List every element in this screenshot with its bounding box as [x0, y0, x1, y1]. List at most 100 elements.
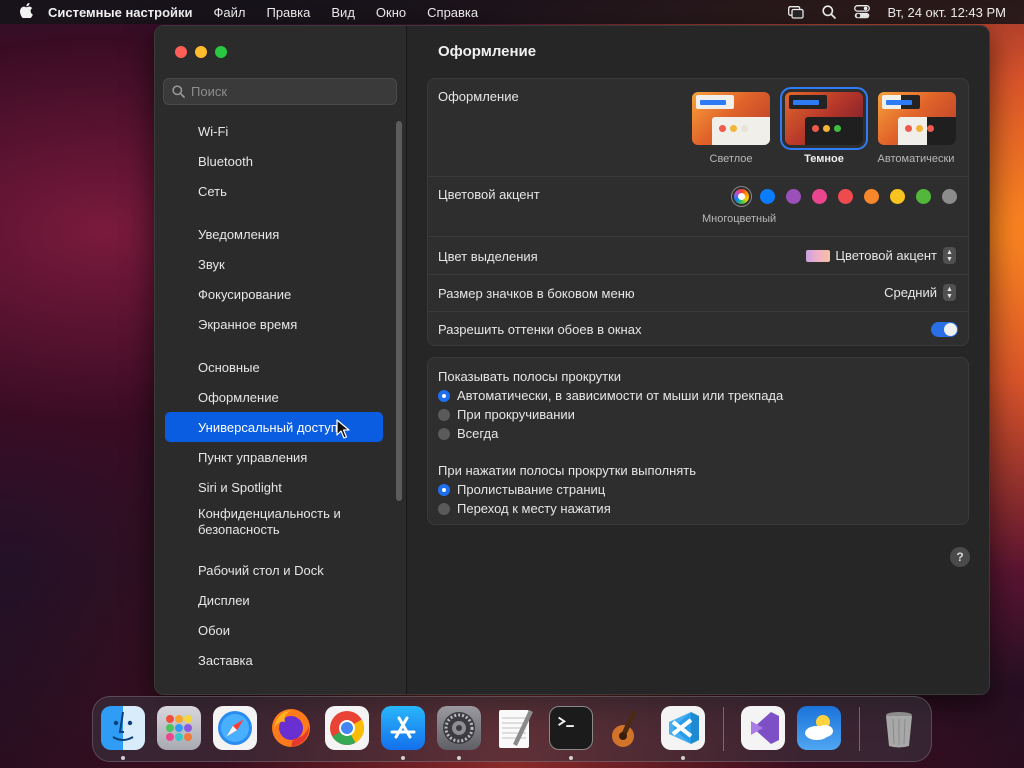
- dock-weather-icon[interactable]: [797, 706, 841, 750]
- menu-edit[interactable]: Правка: [266, 5, 310, 20]
- appearance-row: Оформление Светлое Темное Автоматически: [428, 79, 968, 177]
- radio-icon: [438, 427, 450, 440]
- sidebar-item-screen-time[interactable]: Экранное время: [165, 309, 383, 339]
- sidebar-item-screensaver[interactable]: Заставка: [165, 645, 383, 675]
- accent-color-swatch[interactable]: [916, 189, 931, 204]
- radio-label: Переход к месту нажатия: [457, 501, 611, 516]
- highlight-popup[interactable]: Цветовой акцент ▲ ▼: [806, 247, 956, 264]
- dock-finder-icon[interactable]: [101, 706, 145, 750]
- accent-color-swatch[interactable]: [760, 189, 775, 204]
- click-jump-option[interactable]: Переход к месту нажатия: [428, 499, 968, 518]
- sidebar: Поиск Wi-Fi Bluetooth Сеть Уведомления З…: [155, 26, 407, 694]
- sidebar-item-sound[interactable]: Звук: [165, 249, 383, 279]
- accent-row: Цветовой акцент Многоцветный: [428, 177, 968, 237]
- dock-system-settings-icon[interactable]: [437, 706, 481, 750]
- accent-multicolor-swatch[interactable]: [734, 189, 749, 204]
- sidebar-item-displays[interactable]: Дисплеи: [165, 585, 383, 615]
- appearance-auto-option[interactable]: [878, 92, 956, 145]
- appearance-dark-option[interactable]: [780, 87, 868, 150]
- accent-color-swatch[interactable]: [864, 189, 879, 204]
- dock-vscode-icon[interactable]: [661, 706, 705, 750]
- tinting-row: Разрешить оттенки обоев в окнах: [428, 312, 968, 347]
- accent-color-swatch[interactable]: [942, 189, 957, 204]
- control-center-icon[interactable]: [853, 5, 870, 19]
- sidebar-item-control-center[interactable]: Пункт управления: [165, 442, 383, 472]
- sidebar-list: Wi-Fi Bluetooth Сеть Уведомления Звук Фо…: [165, 116, 383, 675]
- content-pane: Оформление Оформление Светлое Темное Авт…: [407, 26, 989, 694]
- spotlight-search-icon[interactable]: [821, 5, 836, 19]
- click-next-page-option[interactable]: Пролистывание страниц: [428, 480, 968, 499]
- apple-menu-icon[interactable]: [12, 2, 40, 22]
- radio-label: При прокручивании: [457, 407, 575, 422]
- sidebar-item-general[interactable]: Основные: [165, 352, 383, 382]
- dock-textedit-icon[interactable]: [493, 706, 537, 750]
- sidebar-item-network[interactable]: Сеть: [165, 176, 383, 206]
- menu-bar: Системные настройки Файл Правка Вид Окно…: [0, 0, 1024, 24]
- dock-chrome-icon[interactable]: [325, 706, 369, 750]
- accent-caption: Многоцветный: [702, 213, 777, 225]
- click-scrollbar-title: При нажатии полосы прокрутки выполнять: [438, 462, 697, 478]
- scrollbar-always-option[interactable]: Всегда: [428, 424, 968, 443]
- tinting-label: Разрешить оттенки обоев в окнах: [438, 322, 642, 337]
- tinting-toggle[interactable]: [931, 322, 958, 337]
- icon-size-popup[interactable]: Средний ▲ ▼: [884, 284, 956, 301]
- radio-icon: [438, 408, 450, 421]
- dock-visual-studio-icon[interactable]: [741, 706, 785, 750]
- close-button[interactable]: [175, 46, 187, 58]
- sidebar-item-focus[interactable]: Фокусирование: [165, 279, 383, 309]
- minimize-button[interactable]: [195, 46, 207, 58]
- radio-label: Пролистывание страниц: [457, 482, 606, 497]
- appearance-light-caption: Светлое: [709, 153, 753, 165]
- accent-label: Цветовой акцент: [438, 187, 540, 202]
- appearance-label: Оформление: [438, 89, 519, 104]
- accent-color-swatch[interactable]: [838, 189, 853, 204]
- icon-size-value: Средний: [884, 285, 937, 300]
- dock-safari-icon[interactable]: [213, 706, 257, 750]
- highlight-row: Цвет выделения Цветовой акцент ▲ ▼: [428, 237, 968, 275]
- sidebar-item-accessibility[interactable]: Универсальный доступ: [165, 412, 383, 442]
- sidebar-item-bluetooth[interactable]: Bluetooth: [165, 146, 383, 176]
- dock-terminal-icon[interactable]: [549, 706, 593, 750]
- dock-firefox-icon[interactable]: [269, 706, 313, 750]
- sidebar-item-desktop-dock[interactable]: Рабочий стол и Dock: [165, 555, 383, 585]
- scrollbar-auto-option[interactable]: Автоматически, в зависимости от мыши или…: [428, 386, 968, 405]
- radio-label: Всегда: [457, 426, 499, 441]
- scrollbar-when-scrolling-option[interactable]: При прокручивании: [428, 405, 968, 424]
- highlight-value: Цветовой акцент: [835, 248, 937, 263]
- menu-file[interactable]: Файл: [214, 5, 246, 20]
- sidebar-item-siri-spotlight[interactable]: Siri и Spotlight: [165, 472, 383, 502]
- dock: [92, 696, 932, 762]
- sidebar-item-appearance[interactable]: Оформление: [165, 382, 383, 412]
- sidebar-item-privacy-security[interactable]: Конфиденциальность и безопасность: [165, 502, 383, 542]
- search-icon: [172, 85, 185, 98]
- accent-color-swatch[interactable]: [890, 189, 905, 204]
- menu-help[interactable]: Справка: [427, 5, 478, 20]
- screen-mirroring-icon[interactable]: [787, 5, 804, 19]
- search-field[interactable]: Поиск: [163, 78, 397, 105]
- mouse-cursor-icon: [336, 419, 350, 439]
- dock-launchpad-icon[interactable]: [157, 706, 201, 750]
- window-controls: [175, 46, 235, 58]
- sidebar-item-wallpaper[interactable]: Обои: [165, 615, 383, 645]
- appearance-light-option[interactable]: [692, 92, 770, 145]
- search-placeholder: Поиск: [191, 84, 228, 99]
- accent-color-swatch[interactable]: [786, 189, 801, 204]
- menu-clock[interactable]: Вт, 24 окт. 12:43 PM: [888, 5, 1007, 20]
- accent-color-swatch[interactable]: [812, 189, 827, 204]
- menu-window[interactable]: Окно: [376, 5, 406, 20]
- zoom-button[interactable]: [215, 46, 227, 58]
- menu-view[interactable]: Вид: [331, 5, 355, 20]
- radio-selected-icon: [438, 483, 450, 496]
- menu-app-name[interactable]: Системные настройки: [48, 5, 193, 20]
- sidebar-item-notifications[interactable]: Уведомления: [165, 219, 383, 249]
- sidebar-item-wifi[interactable]: Wi-Fi: [165, 116, 383, 146]
- dock-garageband-icon[interactable]: [605, 706, 649, 750]
- help-button[interactable]: ?: [950, 547, 970, 567]
- chevron-updown-icon: ▲ ▼: [943, 284, 956, 301]
- dock-app-store-icon[interactable]: [381, 706, 425, 750]
- radio-icon: [438, 502, 450, 515]
- dock-trash-icon[interactable]: [877, 706, 921, 750]
- sidebar-scrollbar[interactable]: [396, 121, 402, 501]
- appearance-dark-caption: Темное: [804, 153, 844, 165]
- highlight-color-chip: [806, 249, 831, 262]
